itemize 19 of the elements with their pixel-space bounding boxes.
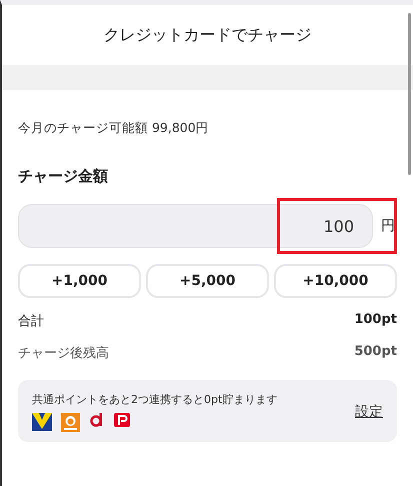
summary-value: 100pt [354, 312, 397, 329]
add-amount-button[interactable]: +1,000 [18, 264, 141, 298]
amount-field[interactable]: 100 [18, 204, 373, 248]
settings-link[interactable]: 設定 [355, 403, 383, 421]
scrollbar[interactable] [408, 13, 411, 175]
summary-label: チャージ後残高 [18, 345, 109, 362]
summary-value: 500pt [354, 344, 397, 361]
d-point-icon [89, 413, 105, 427]
p-point-icon [114, 413, 130, 427]
summary-label: 合計 [18, 313, 44, 330]
cat-face-icon [61, 413, 80, 432]
page-title: クレジットカードでチャージ [104, 24, 312, 46]
add-amount-button[interactable]: +5,000 [146, 264, 269, 298]
amount-label: チャージ金額 [18, 167, 109, 186]
points-message: 共通ポイントをあと2つ連携すると0pt貯まります [32, 392, 278, 407]
v-mark-icon [32, 413, 52, 431]
add-amount-button[interactable]: +10,000 [274, 264, 397, 298]
charge-limit-text: 今月のチャージ可能額 99,800円 [18, 120, 210, 137]
currency-unit: 円 [381, 217, 396, 235]
